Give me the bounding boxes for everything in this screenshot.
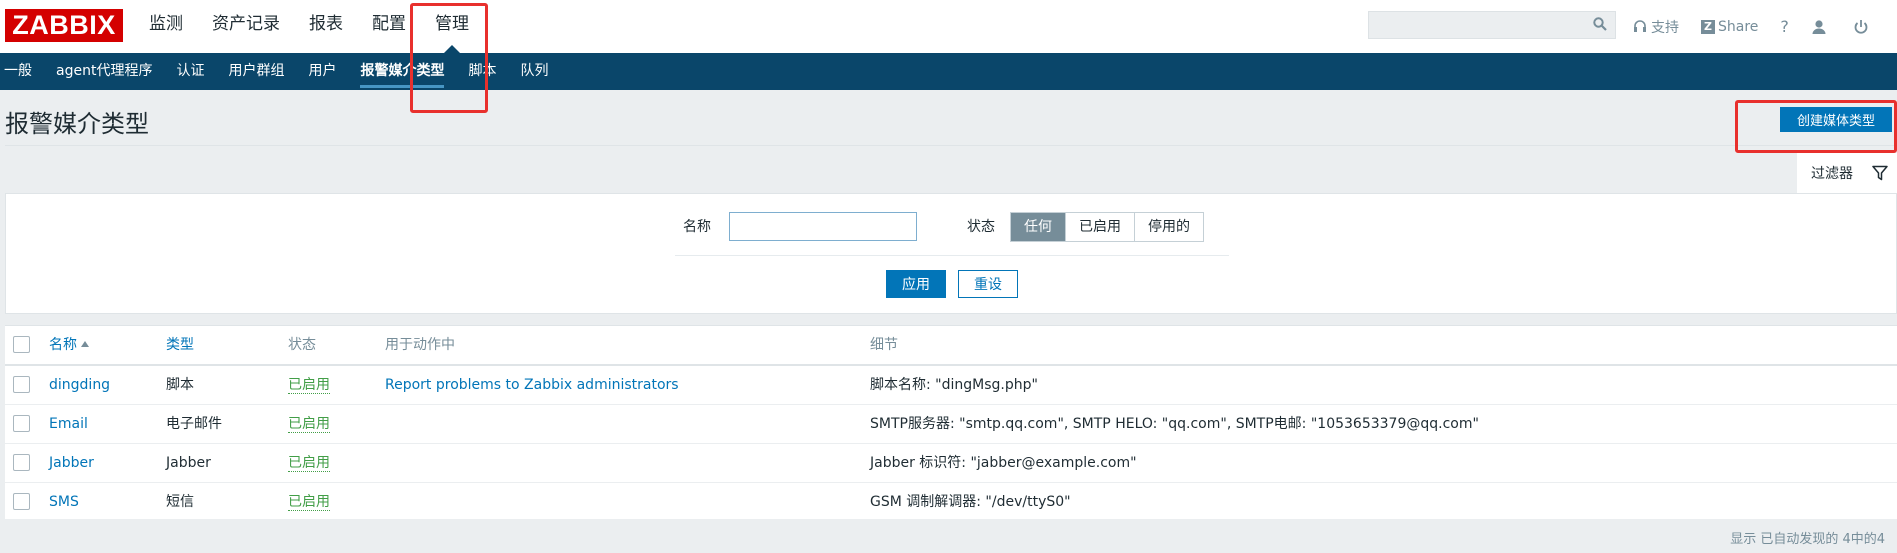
status-option-disabled[interactable]: 停用的 xyxy=(1134,213,1203,241)
filter-name-label: 名称 xyxy=(683,219,711,235)
status-toggle-link[interactable]: 已启用 xyxy=(288,494,330,511)
filter-status-label: 状态 xyxy=(967,219,995,235)
filter-tab-label: 过滤器 xyxy=(1811,166,1853,182)
help-button[interactable]: ? xyxy=(1780,17,1789,36)
media-type-details: GSM 调制解调器: "/dev/ttyS0" xyxy=(870,494,1071,510)
column-header-name[interactable]: 名称 xyxy=(49,326,89,364)
column-header-used-in-actions: 用于动作中 xyxy=(385,337,455,353)
table-footer-count: 显示 已自动发现的 4中的4 xyxy=(1730,532,1885,547)
filter-form-divider xyxy=(675,255,1229,256)
user-icon xyxy=(1812,19,1826,34)
sub-menu: 一般 agent代理程序 认证 用户群组 用户 报警媒介类型 脚本 队列 xyxy=(0,53,1897,90)
media-type-details: SMTP服务器: "smtp.qq.com", SMTP HELO: "qq.c… xyxy=(870,416,1479,432)
sub-menu-general[interactable]: 一般 xyxy=(4,53,32,90)
media-types-table: 名称 类型 状态 用于动作中 细节 dingding 脚本 已启用 Report… xyxy=(5,325,1897,522)
media-type-type: 电子邮件 xyxy=(166,416,222,432)
column-header-details: 细节 xyxy=(870,337,898,353)
sign-out-button[interactable] xyxy=(1853,19,1873,35)
media-type-status-cell: 已启用 xyxy=(288,366,330,404)
share-label: Share xyxy=(1718,18,1759,35)
support-label: 支持 xyxy=(1651,19,1679,36)
status-option-any[interactable]: 任何 xyxy=(1011,213,1065,241)
main-menu-inventory[interactable]: 资产记录 xyxy=(203,0,289,53)
media-type-details: 脚本名称: "dingMsg.php" xyxy=(870,377,1038,393)
column-header-name-label: 名称 xyxy=(49,337,77,353)
reset-filter-button[interactable]: 重设 xyxy=(958,270,1018,298)
filter-icon xyxy=(1872,165,1888,181)
filter-panel xyxy=(5,193,1897,314)
page-title: 报警媒介类型 xyxy=(5,110,149,138)
table-row: Email 电子邮件 已启用 SMTP服务器: "smtp.qq.com", S… xyxy=(5,405,1897,444)
media-type-status-cell: 已启用 xyxy=(288,444,330,482)
media-type-details: Jabber 标识符: "jabber@example.com" xyxy=(870,455,1137,471)
status-option-enabled[interactable]: 已启用 xyxy=(1065,213,1134,241)
status-toggle-link[interactable]: 已启用 xyxy=(288,377,330,394)
sub-menu-queue[interactable]: 队列 xyxy=(520,53,548,90)
media-type-name-link[interactable]: SMS xyxy=(49,483,79,521)
select-all-checkbox[interactable] xyxy=(13,336,30,353)
share-link[interactable]: Z Share xyxy=(1701,19,1758,35)
media-type-status-cell: 已启用 xyxy=(288,405,330,443)
media-type-name-link[interactable]: Jabber xyxy=(49,444,94,482)
column-header-type[interactable]: 类型 xyxy=(166,326,194,364)
table-row: dingding 脚本 已启用 Report problems to Zabbi… xyxy=(5,366,1897,405)
media-type-name-link[interactable]: Email xyxy=(49,405,88,443)
power-icon xyxy=(1854,19,1868,34)
used-in-action-link[interactable]: Report problems to Zabbix administrators xyxy=(385,366,679,404)
help-icon: ? xyxy=(1780,17,1789,36)
status-toggle-link[interactable]: 已启用 xyxy=(288,455,330,472)
top-bar: ZABBIX 监测 资产记录 报表 配置 管理 支持 Z Share ? xyxy=(0,0,1897,53)
search-icon[interactable] xyxy=(1593,17,1607,31)
row-checkbox[interactable] xyxy=(13,454,30,471)
global-search-input[interactable] xyxy=(1368,11,1616,39)
headset-icon xyxy=(1634,19,1646,32)
top-actions: 支持 Z Share ? xyxy=(1633,0,1895,53)
apply-filter-button[interactable]: 应用 xyxy=(886,270,946,298)
filter-tab[interactable]: 过滤器 xyxy=(1797,153,1897,193)
media-type-status-cell: 已启用 xyxy=(288,483,330,521)
table-row: Jabber Jabber 已启用 Jabber 标识符: "jabber@ex… xyxy=(5,444,1897,483)
table-header-row: 名称 类型 状态 用于动作中 细节 xyxy=(5,326,1897,366)
filter-status-radio-group: 任何 已启用 停用的 xyxy=(1010,212,1204,242)
sub-menu-media-types[interactable]: 报警媒介类型 xyxy=(360,53,445,90)
sort-ascending-icon xyxy=(81,341,89,347)
sub-menu-scripts[interactable]: 脚本 xyxy=(468,53,496,90)
row-checkbox[interactable] xyxy=(13,493,30,510)
row-checkbox[interactable] xyxy=(13,415,30,432)
media-type-name-link[interactable]: dingding xyxy=(49,366,110,404)
zabbix-logo[interactable]: ZABBIX xyxy=(5,9,123,42)
sub-menu-proxies[interactable]: agent代理程序 xyxy=(56,53,152,90)
sub-menu-user-groups[interactable]: 用户群组 xyxy=(228,53,284,90)
main-menu-administration[interactable]: 管理 xyxy=(426,0,478,53)
main-menu-monitoring[interactable]: 监测 xyxy=(140,0,192,53)
sub-navigation: 一般 agent代理程序 认证 用户群组 用户 报警媒介类型 脚本 队列 xyxy=(0,53,1897,90)
media-type-type: 短信 xyxy=(166,494,194,510)
create-media-type-button[interactable]: 创建媒体类型 xyxy=(1780,107,1892,132)
media-type-type: Jabber xyxy=(166,455,211,471)
column-header-status: 状态 xyxy=(288,337,316,353)
support-link[interactable]: 支持 xyxy=(1633,17,1679,37)
header-divider xyxy=(5,145,1897,146)
row-checkbox[interactable] xyxy=(13,376,30,393)
main-menu: 监测 资产记录 报表 配置 管理 xyxy=(140,0,489,53)
sub-menu-users[interactable]: 用户 xyxy=(308,53,336,90)
filter-name-input[interactable] xyxy=(729,212,917,241)
sub-menu-authentication[interactable]: 认证 xyxy=(176,53,204,90)
zabbix-share-icon: Z xyxy=(1701,19,1715,34)
main-menu-reports[interactable]: 报表 xyxy=(300,0,352,53)
status-toggle-link[interactable]: 已启用 xyxy=(288,416,330,433)
user-profile-button[interactable] xyxy=(1811,19,1831,35)
media-type-type: 脚本 xyxy=(166,377,194,393)
main-menu-configuration[interactable]: 配置 xyxy=(363,0,415,53)
table-row: SMS 短信 已启用 GSM 调制解调器: "/dev/ttyS0" xyxy=(5,483,1897,522)
